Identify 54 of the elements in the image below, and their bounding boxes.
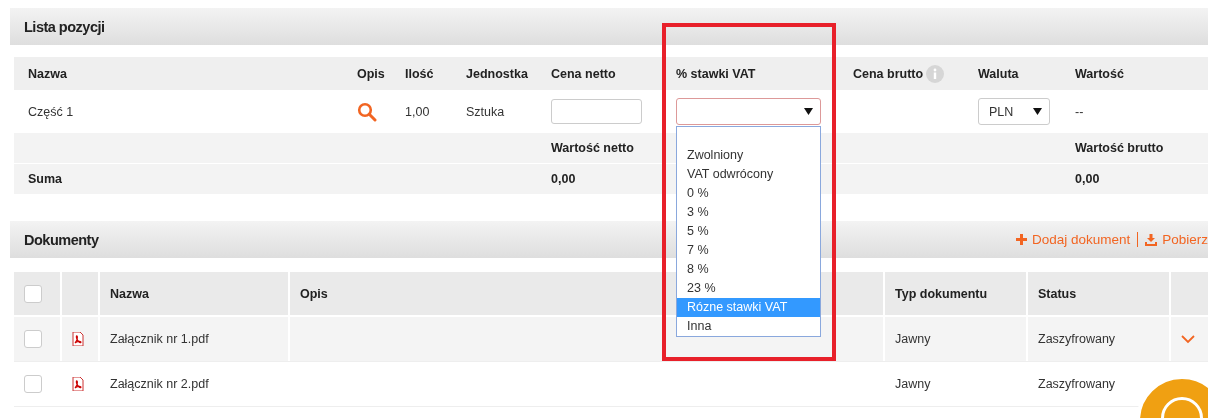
table-cell: Wartość netto	[551, 141, 634, 155]
table-cell: Suma	[28, 172, 63, 186]
checkbox[interactable]	[24, 375, 42, 393]
column-title: Cena netto	[551, 66, 616, 81]
column-title: Wartość	[1075, 66, 1124, 81]
info-icon	[926, 64, 945, 83]
table-cell: Jawny	[895, 377, 931, 391]
net-price-field[interactable]	[551, 99, 642, 124]
column-title: Status	[1038, 286, 1077, 301]
table-cell: Sztuka	[466, 104, 505, 119]
column-title: Typ dokumentu	[895, 286, 988, 301]
column-title: Cena brutto	[853, 66, 924, 81]
table-cell: --	[1075, 104, 1084, 119]
chevron-down-icon[interactable]	[1181, 334, 1195, 344]
caret-icon	[804, 108, 813, 115]
pdf-file-icon	[72, 332, 84, 346]
panel-title: Dokumenty	[24, 231, 99, 248]
table-cell: Zaszyfrowany	[1038, 332, 1116, 346]
table-cell: 0,00	[1075, 172, 1100, 186]
table-cell: Załącznik nr 1.pdf	[110, 332, 209, 346]
table-cell: Wartość brutto	[1075, 141, 1164, 155]
table-cell: Jawny	[895, 332, 931, 346]
column-title: Opis	[357, 66, 385, 81]
dropdown-option[interactable]: Inna	[677, 317, 820, 336]
column-title: Waluta	[978, 66, 1019, 81]
dropdown-option[interactable]: 5 %	[677, 222, 820, 241]
dropdown-option[interactable]: 8 %	[677, 260, 820, 279]
column-title: Ilość	[405, 66, 434, 81]
caret-icon	[1033, 108, 1042, 115]
dropdown-option[interactable]: Zwolniony	[677, 146, 820, 165]
table-cell: Załącznik nr 2.pdf	[110, 377, 209, 391]
column-title: % stawki VAT	[676, 66, 756, 81]
dropdown-option[interactable]: 23 %	[677, 279, 820, 298]
dropdown-option[interactable]: 7 %	[677, 241, 820, 260]
dropdown-option[interactable]: 3 %	[677, 203, 820, 222]
vat-select[interactable]	[676, 98, 821, 125]
column-title: Nazwa	[28, 66, 67, 81]
search-icon[interactable]	[357, 101, 377, 122]
currency-select[interactable]: PLN	[978, 98, 1050, 125]
column-title: Jednostka	[466, 66, 528, 81]
table-cell: 0,00	[551, 172, 576, 186]
column-title: Nazwa	[110, 286, 149, 301]
plus-icon	[1015, 234, 1027, 245]
table-cell: Zaszyfrowany	[1038, 377, 1116, 391]
column-title: Opis	[300, 286, 328, 301]
pdf-file-icon	[72, 377, 84, 391]
panel-title: Lista pozycji	[24, 18, 105, 35]
download-icon	[1145, 233, 1158, 246]
dropdown-option[interactable]: 0 %	[677, 184, 820, 203]
table-cell: Część 1	[28, 104, 74, 119]
dropdown-option[interactable]: VAT odwrócony	[677, 165, 820, 184]
table-cell: 1,00	[405, 104, 430, 119]
checkbox[interactable]	[24, 330, 42, 348]
checkbox[interactable]	[24, 284, 42, 303]
